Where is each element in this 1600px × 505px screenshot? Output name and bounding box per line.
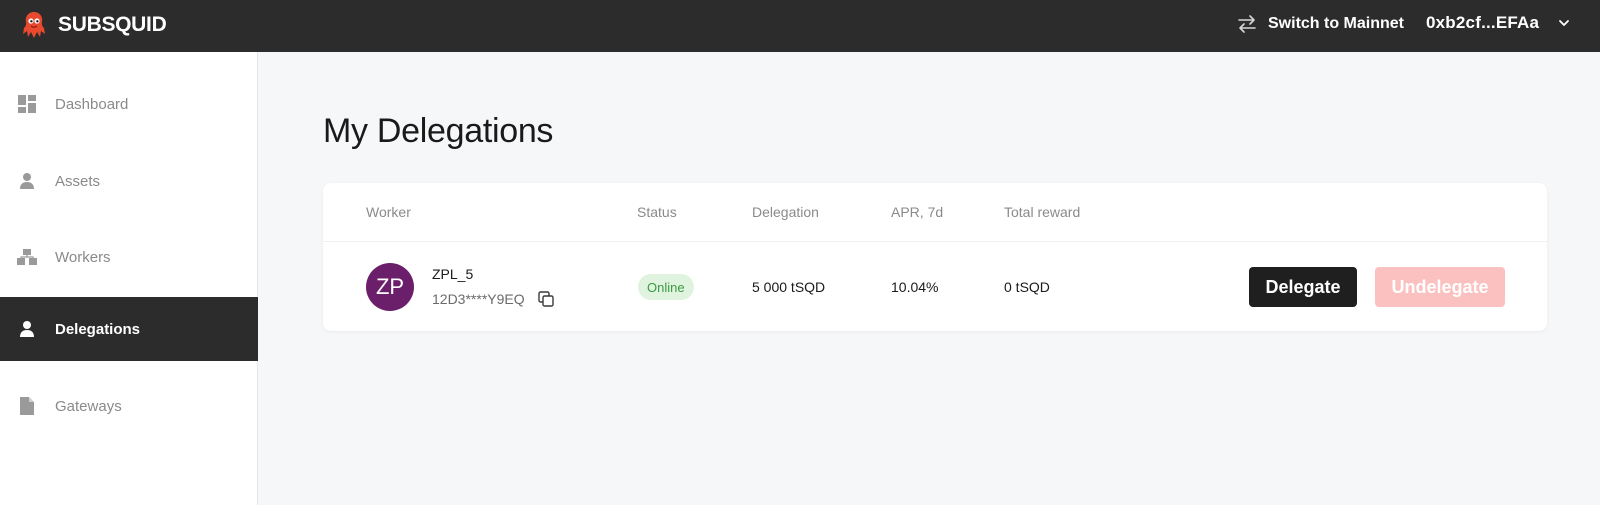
brand-name: SUBSQUID bbox=[58, 13, 167, 36]
delegations-table: Worker Status Delegation APR, 7d Total r… bbox=[323, 183, 1547, 331]
sidebar-item-label: Dashboard bbox=[55, 95, 129, 113]
worker-id: 12D3****Y9EQ bbox=[432, 291, 525, 307]
table-divider bbox=[323, 241, 1547, 242]
column-header-status: Status bbox=[637, 204, 677, 220]
switch-network-label: Switch to Mainnet bbox=[1268, 15, 1404, 32]
sidebar-item-label: Gateways bbox=[55, 397, 122, 415]
dashboard-icon bbox=[16, 93, 38, 115]
person-icon bbox=[16, 318, 38, 340]
wallet-address: 0xb2cf...EFAa bbox=[1426, 13, 1540, 32]
brand[interactable]: SUBSQUID bbox=[20, 10, 167, 40]
subsquid-logo-icon bbox=[23, 12, 45, 38]
top-bar: SUBSQUID Switch to Mainnet 0xb2cf...EFAa bbox=[0, 0, 1600, 52]
switch-network-button[interactable]: Switch to Mainnet bbox=[1236, 13, 1404, 35]
apr-value: 10.04% bbox=[891, 279, 939, 295]
sidebar-item-assets[interactable]: Assets bbox=[0, 149, 258, 213]
total-reward-value: 0 tSQD bbox=[1004, 279, 1050, 295]
wallet-menu[interactable]: 0xb2cf...EFAa bbox=[1426, 13, 1571, 33]
status-badge: Online bbox=[638, 274, 694, 300]
column-header-delegation: Delegation bbox=[752, 204, 819, 220]
chevron-down-icon bbox=[1559, 20, 1570, 26]
undelegate-button[interactable]: Undelegate bbox=[1375, 267, 1505, 307]
column-header-apr: APR, 7d bbox=[891, 204, 944, 220]
sidebar-item-workers[interactable]: Workers bbox=[0, 225, 258, 289]
workers-icon bbox=[16, 246, 38, 268]
column-header-worker: Worker bbox=[366, 204, 411, 220]
sidebar-item-label: Workers bbox=[55, 248, 111, 266]
sidebar-item-label: Delegations bbox=[55, 320, 141, 338]
sidebar-item-dashboard[interactable]: Dashboard bbox=[0, 72, 258, 136]
sidebar: Dashboard Assets Workers Delegations Gat… bbox=[0, 52, 258, 505]
sidebar-item-label: Assets bbox=[55, 172, 101, 190]
column-header-total-reward: Total reward bbox=[1004, 204, 1081, 220]
page-title: My Delegations bbox=[323, 112, 554, 150]
swap-arrows-icon bbox=[1238, 15, 1256, 33]
person-icon bbox=[16, 170, 38, 192]
copy-icon[interactable] bbox=[537, 290, 555, 308]
sidebar-item-gateways[interactable]: Gateways bbox=[0, 374, 258, 438]
delegate-button[interactable]: Delegate bbox=[1249, 267, 1357, 307]
sidebar-item-delegations[interactable]: Delegations bbox=[0, 297, 258, 361]
document-icon bbox=[16, 395, 38, 417]
worker-name: ZPL_5 bbox=[432, 266, 474, 282]
avatar: ZP bbox=[366, 263, 414, 311]
delegation-value: 5 000 tSQD bbox=[752, 279, 826, 295]
